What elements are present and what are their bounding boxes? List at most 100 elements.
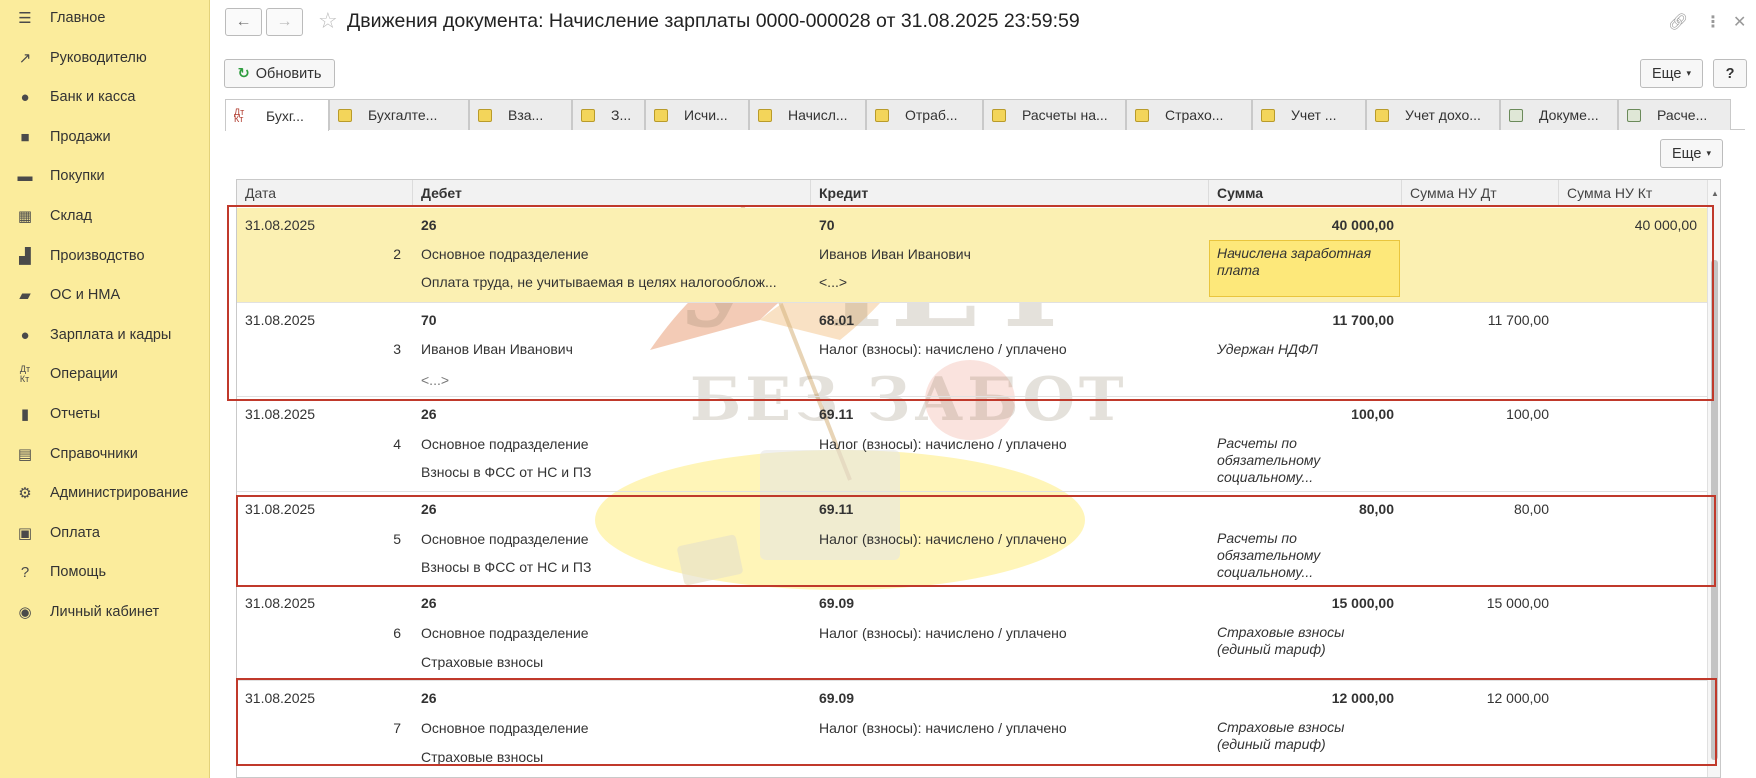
tab-calculation[interactable]: Исчи... [645,99,749,130]
row-date: 31.08.2025 [245,406,316,422]
sidebar-item-payment[interactable]: ▣ Оплата [0,515,210,551]
row-debit-sub2: Взносы в ФСС от НС и ПЗ [421,464,592,480]
table-scrollbar[interactable]: ▲ [1707,180,1720,777]
tab-settlements[interactable]: Вза... [469,99,572,130]
col-sum-nu-dt[interactable]: Сумма НУ Дт [1402,180,1559,207]
row-debit: 26 [421,217,437,233]
sidebar-item-sales[interactable]: ■ Продажи [0,119,210,155]
tab-label: Отраб... [905,107,958,123]
col-sum[interactable]: Сумма [1209,180,1402,207]
table-row[interactable]: 31.08.2025 3 70 Иванов Иван Иванович <..… [237,303,1707,397]
row-description: Расчеты по обязательному социальному... [1217,435,1321,485]
tab-documents[interactable]: Докуме... [1500,99,1618,130]
table-row[interactable]: 31.08.2025 6 26 Основное подразделение С… [237,586,1707,681]
row-debit-sub1: Основное подразделение [421,720,589,736]
row-credit-sub1: Налог (взносы): начислено / уплачено [819,531,1067,547]
table-row[interactable]: 31.08.2025 4 26 Основное подразделение В… [237,397,1707,492]
row-credit: 69.11 [819,406,854,422]
sidebar-item-warehouse[interactable]: ▦ Склад [0,198,210,234]
close-icon[interactable]: ✕ [1733,12,1746,32]
scrollbar-thumb[interactable] [1711,260,1718,760]
row-description: Страховые взносы (единый тариф) [1217,624,1345,657]
tab-accounting[interactable]: Дт Кт Бухг... [225,99,329,131]
register-icon [992,108,1006,122]
sidebar-item-manager[interactable]: ↗ Руководителю [0,40,210,76]
table-icon [1509,108,1523,122]
tab-worked-time[interactable]: Отраб... [866,99,983,130]
sidebar-item-production[interactable]: ▟ Производство [0,238,210,274]
sidebar-item-label: Зарплата и кадры [50,327,172,343]
sidebar-item-label: Помощь [50,564,107,580]
forward-button[interactable]: → [266,8,303,36]
tab-records[interactable]: Учет ... [1252,99,1366,130]
inner-more-button[interactable]: Еще ▾ [1660,139,1723,168]
row-credit: 69.11 [819,501,854,517]
tab-label: З... [611,107,632,123]
tab-income-records[interactable]: Учет дохо... [1366,99,1500,130]
row-number: 7 [393,720,401,736]
back-button[interactable]: ← [225,8,262,36]
sidebar-item-directories[interactable]: ▤ Справочники [0,436,210,472]
refresh-button[interactable]: ↻ Обновить [224,59,335,88]
sidebar-item-reports[interactable]: ▮ Отчеты [0,396,210,432]
link-icon[interactable]: 🔗︎ [1668,12,1688,32]
postings-table: Дата Дебет Кредит Сумма Сумма НУ Дт Сумм… [236,179,1721,778]
sidebar-item-label: Склад [50,208,92,224]
trend-icon: ↗ [18,50,32,67]
sidebar-item-main[interactable]: ☰ Главное [0,0,210,36]
sidebar-item-account[interactable]: ◉ Личный кабинет [0,594,210,630]
more-vertical-icon[interactable]: ⋮ [1705,12,1721,32]
more-label: Еще [1651,65,1682,82]
col-credit[interactable]: Кредит [811,180,1209,207]
sidebar-item-purchases[interactable]: ▬ Покупки [0,158,210,194]
register-icon [875,108,889,122]
row-debit-sub1: Основное подразделение [421,531,589,547]
table-header: Дата Дебет Кредит Сумма Сумма НУ Дт Сумм… [237,180,1707,207]
row-description[interactable]: Начислена заработная плата [1209,240,1400,297]
page-title: Движения документа: Начисление зарплаты … [347,10,1080,32]
sidebar-item-salary[interactable]: ● Зарплата и кадры [0,317,210,353]
star-icon[interactable]: ☆ [318,8,338,34]
row-credit: 68.01 [819,312,855,328]
sidebar-item-bank[interactable]: ● Банк и касса [0,79,210,115]
sidebar-item-label: Банк и касса [50,89,136,105]
table-row[interactable]: 31.08.2025 7 26 Основное подразделение С… [237,681,1707,777]
row-debit-sub1: Иванов Иван Иванович [421,341,573,357]
sidebar-item-help[interactable]: ? Помощь [0,554,210,590]
tab-label: Начисл... [788,107,848,123]
wallet-icon: ▣ [17,525,33,542]
books-icon: ▤ [17,446,33,463]
more-button[interactable]: Еще ▾ [1640,59,1703,88]
col-sum-nu-kt[interactable]: Сумма НУ Кт [1559,180,1707,207]
row-number: 4 [393,436,401,452]
tab-label: Расчеты на... [1022,107,1108,123]
table-row[interactable]: 31.08.2025 5 26 Основное подразделение В… [237,492,1707,586]
register-icon [1375,108,1389,122]
tab-calculations[interactable]: Расче... [1618,99,1731,130]
menu-icon: ☰ [18,10,32,27]
col-date[interactable]: Дата [237,180,413,207]
sidebar-item-assets[interactable]: ▰ ОС и НМА [0,277,210,313]
sidebar-item-operations[interactable]: Дт Кт Операции [0,356,210,392]
table-row[interactable]: 31.08.2025 2 26 Основное подразделение О… [237,208,1707,303]
tab-label: Бухгалте... [368,107,438,123]
row-credit-sub1: Налог (взносы): начислено / уплачено [819,720,1067,736]
scroll-up-icon[interactable]: ▲ [1711,189,1719,198]
tab-accruals[interactable]: Начисл... [749,99,866,130]
row-nu-dt: 80,00 [1513,501,1549,517]
col-debit[interactable]: Дебет [413,180,811,207]
tab-salary[interactable]: З... [572,99,645,130]
row-debit: 26 [421,406,437,422]
row-nu-dt: 11 700,00 [1487,312,1549,328]
sidebar-item-label: Оплата [50,525,100,541]
row-sum: 11 700,00 [1332,312,1394,328]
tab-payments[interactable]: Расчеты на... [983,99,1126,130]
sidebar-item-admin[interactable]: ⚙ Администрирование [0,475,210,511]
tab-label: Докуме... [1539,107,1599,123]
arrow-right-icon: → [276,13,293,30]
tab-accounting-tax[interactable]: Бухгалте... [329,99,469,130]
row-debit-sub2: Взносы в ФСС от НС и ПЗ [421,559,592,575]
help-button[interactable]: ? [1713,59,1747,88]
row-debit-sub1: Основное подразделение [421,436,589,452]
tab-insurance[interactable]: Страхо... [1126,99,1252,130]
